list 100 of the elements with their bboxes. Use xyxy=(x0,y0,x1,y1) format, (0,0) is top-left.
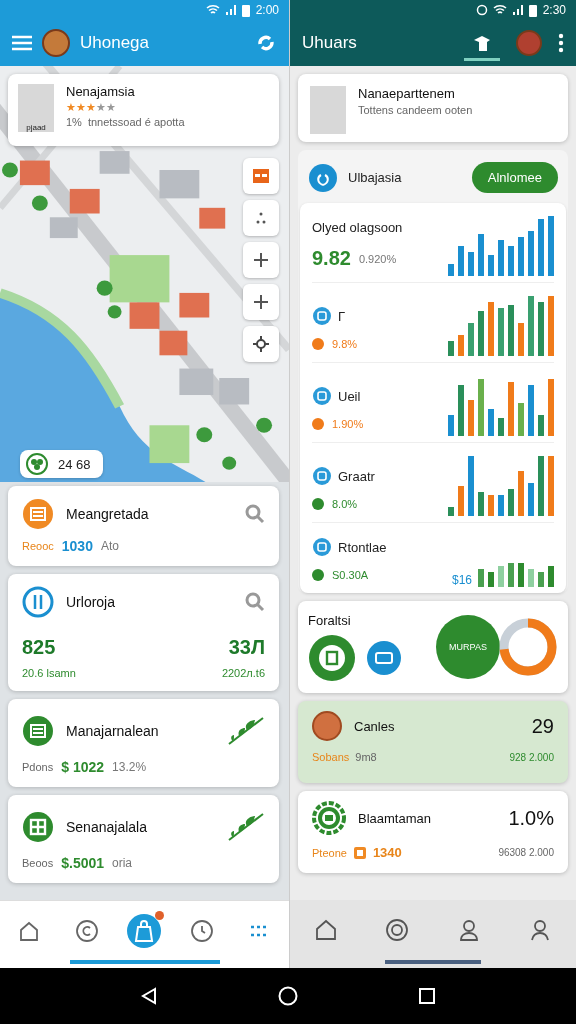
info-card[interactable]: Senanajalala Beoos $.5001 oria xyxy=(8,795,279,883)
metric-title: Г xyxy=(338,308,346,324)
card-value: 29 xyxy=(531,714,554,738)
stat-card[interactable]: Blaamtaman 1.0% Pteone 1340 96308 2.000 xyxy=(298,791,568,873)
info-card[interactable]: Urloroja 825 20.6 lsamn 33Л 2202л.t6 xyxy=(8,574,279,691)
card-subtitle: 9m8 xyxy=(355,751,377,763)
map-badge[interactable]: 24 68 xyxy=(20,450,103,478)
place-description: tnnetssoad é apotta xyxy=(87,116,185,128)
card-value: 1030 xyxy=(61,538,93,554)
category-icon xyxy=(312,306,332,326)
crosshair-icon xyxy=(253,336,269,352)
stat-value: 33Л xyxy=(228,636,265,659)
card-extra: oria xyxy=(112,856,133,870)
home-icon xyxy=(314,919,337,941)
metric-value: 9.82 xyxy=(312,247,351,270)
card-value: $.5001 xyxy=(61,855,105,871)
card-title: Canles xyxy=(354,718,395,734)
info-card[interactable]: Manajarnalean Pdons $ 1022 13.2% xyxy=(8,699,279,787)
card-value: $ 1022 xyxy=(61,759,105,775)
profile-subtitle: Tottens candeem ooten xyxy=(358,104,473,116)
zoom-in-button[interactable] xyxy=(243,284,279,320)
card-title: Senanajalala xyxy=(66,819,147,835)
rating-value: 1% xyxy=(66,116,82,128)
signal-icon xyxy=(224,4,237,16)
more-icon[interactable] xyxy=(558,33,564,53)
home-icon xyxy=(18,919,41,942)
menu-icon[interactable] xyxy=(12,35,32,51)
layers-button[interactable] xyxy=(243,158,279,194)
back-icon[interactable] xyxy=(140,987,158,1005)
plus-icon xyxy=(254,253,268,267)
app-title: Uhonega xyxy=(80,33,149,53)
card-caption: 96308 2.000 xyxy=(498,847,554,858)
zoom-in-button[interactable] xyxy=(243,242,279,278)
category-icon xyxy=(312,537,332,557)
profile-card[interactable]: Nanaeparttenem Tottens candeem ooten xyxy=(298,74,568,142)
search-icon[interactable] xyxy=(245,592,265,612)
grid-icon xyxy=(253,169,269,183)
category-icon xyxy=(312,386,332,406)
profile-thumbnail xyxy=(310,86,346,134)
person-card[interactable]: Canles 29 Sobans 9m8 928 2.000 xyxy=(298,701,568,783)
card-title: Manajarnalean xyxy=(66,723,159,739)
document-icon xyxy=(308,633,356,682)
stat-caption: 20.6 lsamn xyxy=(22,667,76,679)
badge-text: 24 68 xyxy=(58,456,91,472)
app-title: Uhuars xyxy=(302,33,357,53)
search-icon[interactable] xyxy=(245,504,265,524)
gear-icon xyxy=(312,801,346,835)
card-tag: Pteone xyxy=(312,846,347,859)
chart-label: $16 xyxy=(451,573,472,587)
wifi-icon xyxy=(205,4,220,16)
stat-value: 825 xyxy=(22,636,57,659)
coin-icon xyxy=(75,918,100,943)
place-title: Nenajamsia xyxy=(66,84,136,99)
card-tag: Sobans xyxy=(312,751,350,763)
bag-icon xyxy=(133,918,156,943)
card-tag: Beoos xyxy=(22,857,54,869)
metric-title: Rtontlae xyxy=(338,539,387,555)
metric-change: S0.30A xyxy=(332,569,369,581)
donut-chart-drawing xyxy=(498,617,558,677)
person-icon xyxy=(457,919,480,941)
wifi-icon xyxy=(492,4,507,16)
card-value: 1.0% xyxy=(508,806,554,830)
metric-change: 9.8% xyxy=(332,338,358,350)
dots-icon xyxy=(256,212,266,224)
home-icon[interactable] xyxy=(278,986,298,1006)
action-button[interactable]: Alnlomee xyxy=(471,162,558,193)
place-card[interactable]: pjaad Nenajamsia ★★★★★ 1% tnnetssoad é apotta xyxy=(8,74,279,146)
at-icon xyxy=(385,918,410,942)
info-card[interactable]: Meangretada Reooc 1030 Ato xyxy=(8,486,279,566)
category-icon xyxy=(312,466,332,486)
rating-stars: ★★★★★ xyxy=(66,102,117,113)
metric-title: Graatr xyxy=(338,468,375,484)
section-title: Ulbajasia xyxy=(348,170,402,185)
card-title: Meangretada xyxy=(66,506,149,522)
card-title: Foraltsi xyxy=(308,612,352,628)
card-extra: Ato xyxy=(100,539,119,553)
card-title: Blaamtaman xyxy=(358,810,431,826)
stat-caption: 2202л.t6 xyxy=(221,667,265,679)
avatar[interactable] xyxy=(42,29,70,57)
overview-icon[interactable] xyxy=(418,987,436,1005)
signal-icon xyxy=(511,4,524,16)
chart-card[interactable]: Foraltsi MURPAS xyxy=(298,601,568,693)
metric-title: Olyed olagsoon xyxy=(312,220,403,235)
status-time: 2:30 xyxy=(542,3,566,17)
user-icon xyxy=(529,919,552,941)
card-caption: 928 2.000 xyxy=(509,751,554,763)
circle-label: MURPAS xyxy=(449,642,487,652)
card-extra: 13.2% xyxy=(112,760,147,774)
profile-title: Nanaeparttenem xyxy=(358,86,456,101)
card-title: Urloroja xyxy=(66,594,115,610)
metric-change: 1.90% xyxy=(332,418,364,430)
card-tag: Reooc xyxy=(22,540,54,552)
bag-tab[interactable] xyxy=(127,913,162,948)
notification-dot xyxy=(155,910,165,920)
metric-title: Ueil xyxy=(338,388,361,404)
card-amount: 1340 xyxy=(372,845,402,860)
card-tag: Pdons xyxy=(22,761,54,773)
status-time: 2:00 xyxy=(255,3,279,17)
clock-icon xyxy=(189,918,214,943)
locate-button[interactable] xyxy=(243,326,279,362)
